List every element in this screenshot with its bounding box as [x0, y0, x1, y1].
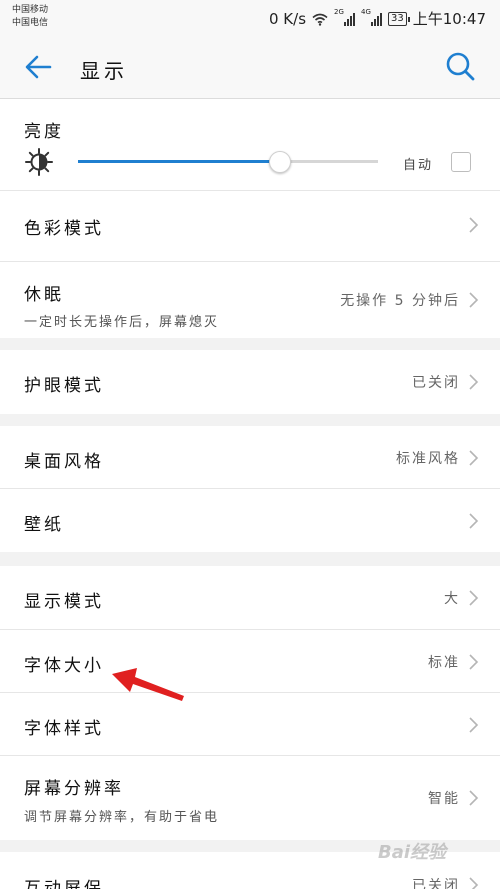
chevron-right-icon — [466, 654, 480, 670]
chevron-right-icon — [466, 292, 480, 308]
search-icon[interactable] — [444, 50, 476, 82]
row-wallpaper[interactable]: 壁纸 — [0, 489, 500, 552]
net-type-2: 4G — [361, 7, 371, 16]
sleep-subtitle: 一定时长无操作后，屏幕熄灭 — [24, 315, 220, 330]
signal-icon-sim2: 4G — [361, 8, 383, 26]
chevron-right-icon — [466, 374, 480, 390]
auto-brightness-label: 自动 — [403, 158, 434, 173]
font-style-label: 字体样式 — [24, 719, 104, 739]
page-title: 显示 — [80, 59, 128, 83]
net-type-1: 2G — [334, 7, 344, 16]
row-color-mode[interactable]: 色彩模式 — [0, 191, 500, 262]
carrier-1: 中国移动 — [12, 5, 49, 15]
signal-icon-sim1: 2G — [334, 8, 356, 26]
row-font-size[interactable]: 字体大小 标准 — [0, 630, 500, 693]
home-style-value: 标准风格 — [396, 451, 460, 467]
eye-comfort-value: 已关闭 — [412, 375, 460, 391]
brightness-slider-fill — [78, 160, 279, 163]
chevron-right-icon — [466, 790, 480, 806]
sleep-label: 休眠 — [24, 285, 64, 305]
battery-icon: 33 — [388, 11, 410, 26]
color-mode-label: 色彩模式 — [24, 219, 104, 239]
screensaver-label: 互动屏保 — [24, 879, 104, 889]
brightness-sun-icon — [24, 147, 54, 177]
display-group-1: 亮度 自动 色彩模式 休眠 一定时长无操作后，屏幕熄灭 无操作 5 分钟后 — [0, 99, 500, 338]
resolution-label: 屏幕分辨率 — [24, 779, 124, 799]
display-group-4: 显示模式 大 字体大小 标准 字体样式 屏幕分辨率 调节屏幕分辨率，有助于省电 … — [0, 566, 500, 840]
status-bar: 中国移动 中国电信 0 K/s 2G 4G 33 上午10:47 — [0, 0, 500, 36]
brightness-slider[interactable] — [78, 151, 378, 173]
display-mode-value: 大 — [444, 591, 460, 607]
brightness-slider-thumb[interactable] — [269, 151, 291, 173]
wallpaper-label: 壁纸 — [24, 515, 64, 535]
row-font-style[interactable]: 字体样式 — [0, 693, 500, 756]
carrier-info: 中国移动 中国电信 — [12, 4, 48, 30]
sleep-value: 无操作 5 分钟后 — [340, 293, 460, 309]
auto-brightness-checkbox[interactable] — [451, 152, 471, 172]
row-home-style[interactable]: 桌面风格 标准风格 — [0, 426, 500, 489]
row-display-mode[interactable]: 显示模式 大 — [0, 566, 500, 630]
brightness-label: 亮度 — [24, 122, 64, 142]
chevron-right-icon — [466, 717, 480, 733]
chevron-right-icon — [466, 450, 480, 466]
back-arrow-icon[interactable] — [22, 51, 54, 83]
wifi-icon — [312, 12, 328, 26]
chevron-right-icon — [466, 513, 480, 529]
brightness-row: 亮度 自动 — [0, 99, 500, 191]
display-mode-label: 显示模式 — [24, 592, 104, 612]
row-sleep[interactable]: 休眠 一定时长无操作后，屏幕熄灭 无操作 5 分钟后 — [0, 262, 500, 338]
network-speed: 0 K/s — [269, 9, 307, 28]
app-bar: 显示 — [0, 36, 500, 99]
chevron-right-icon — [466, 877, 480, 889]
watermark-logo: Bai经验 — [378, 842, 447, 863]
screensaver-value: 已关闭 — [412, 878, 460, 889]
font-size-value: 标准 — [428, 655, 460, 671]
font-size-label: 字体大小 — [24, 656, 104, 676]
resolution-subtitle: 调节屏幕分辨率，有助于省电 — [24, 810, 220, 825]
row-eye-comfort[interactable]: 护眼模式 已关闭 — [0, 350, 500, 414]
eye-comfort-label: 护眼模式 — [24, 376, 104, 396]
display-group-2: 护眼模式 已关闭 — [0, 350, 500, 414]
row-resolution[interactable]: 屏幕分辨率 调节屏幕分辨率，有助于省电 智能 — [0, 756, 500, 840]
display-group-3: 桌面风格 标准风格 壁纸 — [0, 426, 500, 552]
chevron-right-icon — [466, 217, 480, 233]
home-style-label: 桌面风格 — [24, 452, 104, 472]
resolution-value: 智能 — [428, 791, 460, 807]
clock: 上午10:47 — [412, 10, 486, 28]
carrier-2: 中国电信 — [12, 18, 49, 28]
chevron-right-icon — [466, 590, 480, 606]
status-icons: 0 K/s 2G 4G 33 上午10:47 — [269, 8, 486, 29]
